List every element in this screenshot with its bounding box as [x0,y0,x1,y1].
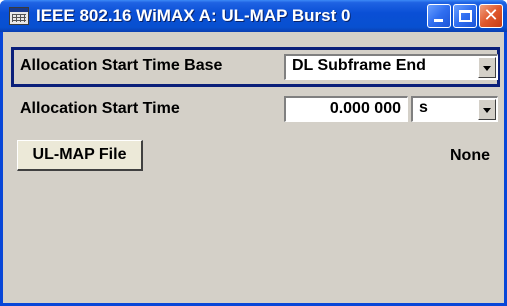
window-controls: ✕ [427,4,503,28]
minimize-icon [434,19,443,22]
ul-map-file-button[interactable]: UL-MAP File [17,140,143,171]
chevron-down-icon[interactable] [478,57,496,78]
chevron-down-icon[interactable] [478,99,496,120]
close-icon: ✕ [483,5,499,26]
minimize-button[interactable] [427,4,451,28]
window-app-icon[interactable] [9,7,29,25]
allocation-start-time-input[interactable]: 0.000 000 [284,96,408,122]
title-bar[interactable]: IEEE 802.16 WiMAX A: UL-MAP Burst 0 ✕ [0,0,507,32]
ul-map-file-value: None [450,147,490,164]
maximize-icon [459,10,472,22]
allocation-start-time-base-label: Allocation Start Time Base [20,57,223,74]
allocation-start-time-base-select[interactable]: DL Subframe End [284,54,498,80]
allocation-start-time-label: Allocation Start Time [20,100,180,117]
allocation-start-time-unit-value: s [419,99,428,116]
allocation-start-time-base-value: DL Subframe End [292,57,426,74]
maximize-button[interactable] [453,4,477,28]
allocation-start-time-unit-select[interactable]: s [411,96,498,122]
close-button[interactable]: ✕ [479,4,503,28]
window-title: IEEE 802.16 WiMAX A: UL-MAP Burst 0 [36,6,351,25]
allocation-start-time-value: 0.000 000 [329,100,401,117]
